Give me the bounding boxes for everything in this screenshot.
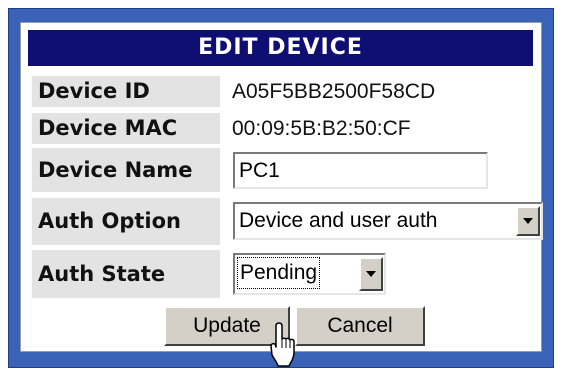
auth-state-label: Auth State bbox=[32, 250, 220, 298]
auth-state-select[interactable]: Pending bbox=[233, 253, 386, 295]
auth-option-selected-value: Device and user auth bbox=[239, 209, 438, 232]
auth-option-label: Auth Option bbox=[32, 198, 220, 245]
auth-state-selected-value: Pending bbox=[236, 257, 321, 289]
auth-option-select[interactable]: Device and user auth bbox=[233, 202, 543, 240]
auth-state-dropdown-button[interactable] bbox=[359, 257, 383, 291]
device-name-input[interactable]: PC1 bbox=[233, 152, 488, 189]
device-id-label: Device ID bbox=[32, 76, 220, 107]
hand-pointer-icon bbox=[270, 322, 295, 367]
chevron-down-icon bbox=[523, 218, 533, 224]
device-mac-label: Device MAC bbox=[32, 113, 220, 144]
cancel-button[interactable]: Cancel bbox=[295, 306, 425, 346]
chevron-down-icon bbox=[366, 271, 376, 277]
edit-device-title: EDIT DEVICE bbox=[28, 30, 533, 66]
device-id-value: A05F5BB2500F58CD bbox=[232, 80, 436, 103]
device-mac-value: 00:09:5B:B2:50:CF bbox=[232, 117, 411, 140]
auth-option-dropdown-button[interactable] bbox=[516, 206, 540, 236]
device-name-label: Device Name bbox=[32, 148, 220, 192]
